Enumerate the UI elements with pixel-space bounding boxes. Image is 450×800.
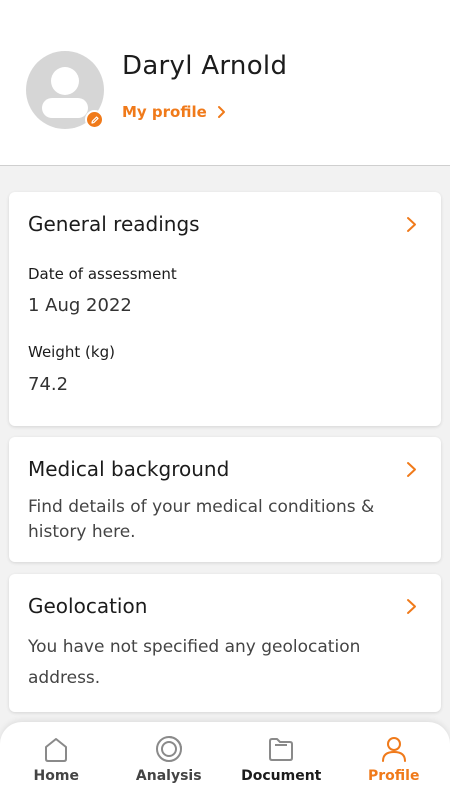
user-name: Daryl Arnold (122, 51, 288, 81)
avatar-body (42, 98, 88, 118)
date-of-assessment-value: 1 Aug 2022 (28, 295, 132, 316)
date-of-assessment-label: Date of assessment (28, 265, 177, 283)
geolocation-title: Geolocation (28, 594, 148, 618)
bottom-navigation: Home Analysis Document Profile (0, 722, 450, 800)
nav-item-analysis[interactable]: Analysis (113, 722, 226, 800)
nav-item-document[interactable]: Document (225, 722, 338, 800)
chevron-right-icon (217, 106, 225, 118)
geolocation-description: You have not specified any geolocation a… (28, 637, 361, 688)
nav-label-home: Home (33, 768, 79, 784)
nav-item-profile[interactable]: Profile (338, 722, 450, 800)
general-readings-title: General readings (28, 212, 200, 236)
general-readings-card[interactable]: General readings Date of assessment 1 Au… (9, 192, 441, 426)
chevron-right-icon[interactable] (406, 461, 417, 478)
my-profile-label: My profile (122, 103, 207, 121)
nav-item-home[interactable]: Home (0, 722, 113, 800)
medical-background-card[interactable]: Medical background Find details of your … (9, 437, 441, 562)
folder-icon (269, 738, 294, 761)
profile-header: Daryl Arnold My profile (0, 0, 450, 166)
weight-label: Weight (kg) (28, 343, 115, 361)
home-icon (45, 738, 68, 762)
avatar-head (51, 67, 79, 95)
weight-value: 74.2 (28, 374, 69, 395)
nav-label-profile: Profile (368, 768, 420, 784)
my-profile-link[interactable]: My profile (122, 103, 226, 121)
nav-label-analysis: Analysis (135, 768, 202, 784)
edit-avatar-button[interactable] (85, 110, 104, 129)
nav-label-document: Document (241, 768, 322, 784)
chevron-right-icon[interactable] (406, 598, 417, 615)
pencil-icon (90, 115, 99, 124)
user-icon (381, 737, 406, 762)
analysis-icon (155, 736, 182, 762)
geolocation-card[interactable]: Geolocation You have not specified any g… (9, 574, 441, 712)
medical-background-title: Medical background (28, 457, 230, 481)
medical-background-description: Find details of your medical conditions … (28, 497, 375, 542)
chevron-right-icon[interactable] (406, 216, 417, 233)
